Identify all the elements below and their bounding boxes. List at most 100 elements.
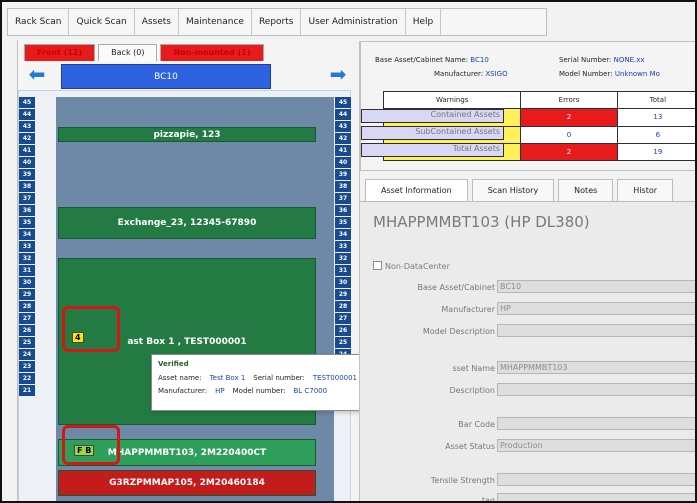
cabinet-title: BC10 xyxy=(61,64,271,89)
rack-unit-24-left: 24 xyxy=(19,349,35,360)
serial-value: NONE.xx xyxy=(613,56,645,64)
rack-unit-43-left: 43 xyxy=(19,121,35,132)
rack-asset-g3rzpmmap105[interactable]: G3RZPMMAP105, 2M20460184 xyxy=(58,470,316,496)
rack-unit-33-left: 33 xyxy=(19,241,35,252)
rack-unit-32-left: 32 xyxy=(19,253,35,264)
asset-heading: MHAPPMMBT103 (HP DL380) xyxy=(373,213,590,231)
total-link[interactable]: 6 xyxy=(616,125,695,144)
total-link[interactable]: 19 xyxy=(616,142,695,162)
menu-quick-scan[interactable]: Quick Scan xyxy=(69,9,135,35)
tooltip-manufacturer: HP xyxy=(215,387,225,395)
asset-status-label: Asset Status xyxy=(445,442,495,451)
rack-unit-35-right: 35 xyxy=(335,217,351,228)
non-datacenter-checkbox[interactable]: Non-DataCenter xyxy=(373,261,450,271)
rack-asset-pizzapie[interactable]: pizzapie, 123 xyxy=(58,127,316,142)
serial-info: Serial Number: NONE.xx xyxy=(559,56,645,64)
model-info: Model Number: Unknown Mo xyxy=(559,70,660,78)
tooltip-manufacturer-label: Manufacturer: xyxy=(158,387,208,395)
tab-notes[interactable]: Notes xyxy=(558,179,614,201)
total-link[interactable]: 13 xyxy=(616,108,695,127)
table-row: Contained Assets 1 2 13 xyxy=(361,108,695,127)
table-row: SubContained Assets 1 0 6 xyxy=(361,125,695,144)
rack-unit-42-right: 42 xyxy=(335,133,351,144)
tooltip-serial-label: Serial number: xyxy=(253,374,305,382)
bar-code-field[interactable] xyxy=(497,417,695,430)
rack-unit-34-right: 34 xyxy=(335,229,351,240)
rack-unit-39-left: 39 xyxy=(19,169,35,180)
menu-help[interactable]: Help xyxy=(406,9,442,35)
base-value: BC10 xyxy=(470,56,489,64)
errors-link[interactable]: 0 xyxy=(520,125,618,144)
rack-unit-ruler-left: 45 44 43 42 41 40 39 38 37 36 35 34 33 32 31 30 29 28 27 26… xyxy=(19,97,35,501)
row-label: Contained Assets xyxy=(361,108,504,123)
rack-unit-33-right: 33 xyxy=(335,241,351,252)
model-description-field[interactable] xyxy=(497,324,695,337)
manufacturer-value: XSIGO xyxy=(485,70,508,78)
tab-back[interactable]: Back (0) xyxy=(98,44,158,61)
asset-information-form: MHAPPMMBT103 (HP DL380) Non-DataCenter B… xyxy=(360,201,695,503)
rack-unit-26-right: 26 xyxy=(335,325,351,336)
rack-unit-27-left: 27 xyxy=(19,313,35,324)
red-highlight-warning xyxy=(62,306,120,352)
rack-unit-28-right: 28 xyxy=(335,301,351,312)
menu-rack-scan[interactable]: Rack Scan xyxy=(8,9,70,35)
errors-header: Errors xyxy=(520,90,618,110)
application-window: Rack Scan Quick Scan Assets Maintenance … xyxy=(0,0,697,503)
rack-unit-31-left: 31 xyxy=(19,265,35,276)
model-label: Model Number: xyxy=(559,70,613,78)
tab-asset-information[interactable]: Asset Information xyxy=(365,179,468,201)
rack-unit-41-right: 41 xyxy=(335,145,351,156)
errors-count: 2 xyxy=(520,142,618,162)
description-field[interactable] xyxy=(497,383,695,396)
asset-status-field[interactable]: Production xyxy=(497,439,695,452)
asset-tabs: Asset Information Scan History Notes His… xyxy=(365,179,674,201)
warnings-header: Warnings xyxy=(383,90,522,110)
manufacturer-info: Manufacturer: XSIGO xyxy=(434,70,508,78)
top-menu-bar: Rack Scan Quick Scan Assets Maintenance … xyxy=(7,8,547,36)
tensile-strength-label: Tensile Strength xyxy=(430,476,495,485)
cabinet-navigation: ⬅ BC10 ➡ xyxy=(22,63,352,89)
base-asset-field[interactable]: BC10 xyxy=(497,280,695,293)
menu-reports[interactable]: Reports xyxy=(252,9,302,35)
rack-asset-exchange[interactable]: Exchange_23, 12345-67890 xyxy=(58,207,316,239)
menu-maintenance[interactable]: Maintenance xyxy=(179,9,252,35)
rack-unit-38-left: 38 xyxy=(19,181,35,192)
tab-front[interactable]: Front (12) xyxy=(24,44,96,61)
manufacturer-field[interactable]: HP xyxy=(497,302,695,315)
rack-unit-44-right: 44 xyxy=(335,109,351,120)
rack-unit-30-left: 30 xyxy=(19,277,35,288)
rack-unit-23-left: 23 xyxy=(19,361,35,372)
base-asset-info: Base Asset/Cabinet Name: BC10 xyxy=(375,56,489,64)
rack-panel: Front (12) Back (0) Non-mounted (1) ⬅ BC… xyxy=(17,40,414,501)
tooltip-serial: TEST000001 xyxy=(312,374,358,382)
checkbox-label: Non-DataCenter xyxy=(385,262,450,271)
rack-unit-29-right: 29 xyxy=(335,289,351,300)
rack-unit-25-left: 25 xyxy=(19,337,35,348)
tag-field[interactable] xyxy=(497,493,695,501)
rack-unit-41-left: 41 xyxy=(19,145,35,156)
blank-header xyxy=(361,92,384,109)
rack-unit-29-left: 29 xyxy=(19,289,35,300)
tooltip-asset-name-label: Asset name: xyxy=(158,374,202,382)
tab-history[interactable]: Histor xyxy=(617,179,674,201)
rack-unit-40-left: 40 xyxy=(19,157,35,168)
model-value: Unknown Mo xyxy=(614,70,660,78)
asset-name-label: sset Name xyxy=(452,364,495,373)
tensile-strength-field[interactable] xyxy=(497,473,695,486)
rack-unit-43-right: 43 xyxy=(335,121,351,132)
left-arrow-icon[interactable]: ⬅ xyxy=(26,64,48,84)
menu-user-administration[interactable]: User Administration xyxy=(301,9,406,35)
rack-unit-40-right: 40 xyxy=(335,157,351,168)
tooltip-asset-name: Test Box 1 xyxy=(209,374,246,382)
rack-unit-27-right: 27 xyxy=(335,313,351,324)
tag-label: tag xyxy=(481,496,495,503)
tab-scan-history[interactable]: Scan History xyxy=(471,179,555,201)
rack-tabs: Front (12) Back (0) Non-mounted (1) xyxy=(24,44,264,61)
asset-name-field[interactable]: MHAPPMMBT103 xyxy=(497,361,695,374)
tab-non-mounted[interactable]: Non-mounted (1) xyxy=(160,44,264,61)
table-header-row: Warnings Errors Total xyxy=(361,90,695,110)
right-arrow-icon[interactable]: ➡ xyxy=(327,64,349,84)
errors-count: 2 xyxy=(520,108,618,127)
manufacturer-label: Manufacturer xyxy=(441,305,495,314)
menu-assets[interactable]: Assets xyxy=(135,9,179,35)
